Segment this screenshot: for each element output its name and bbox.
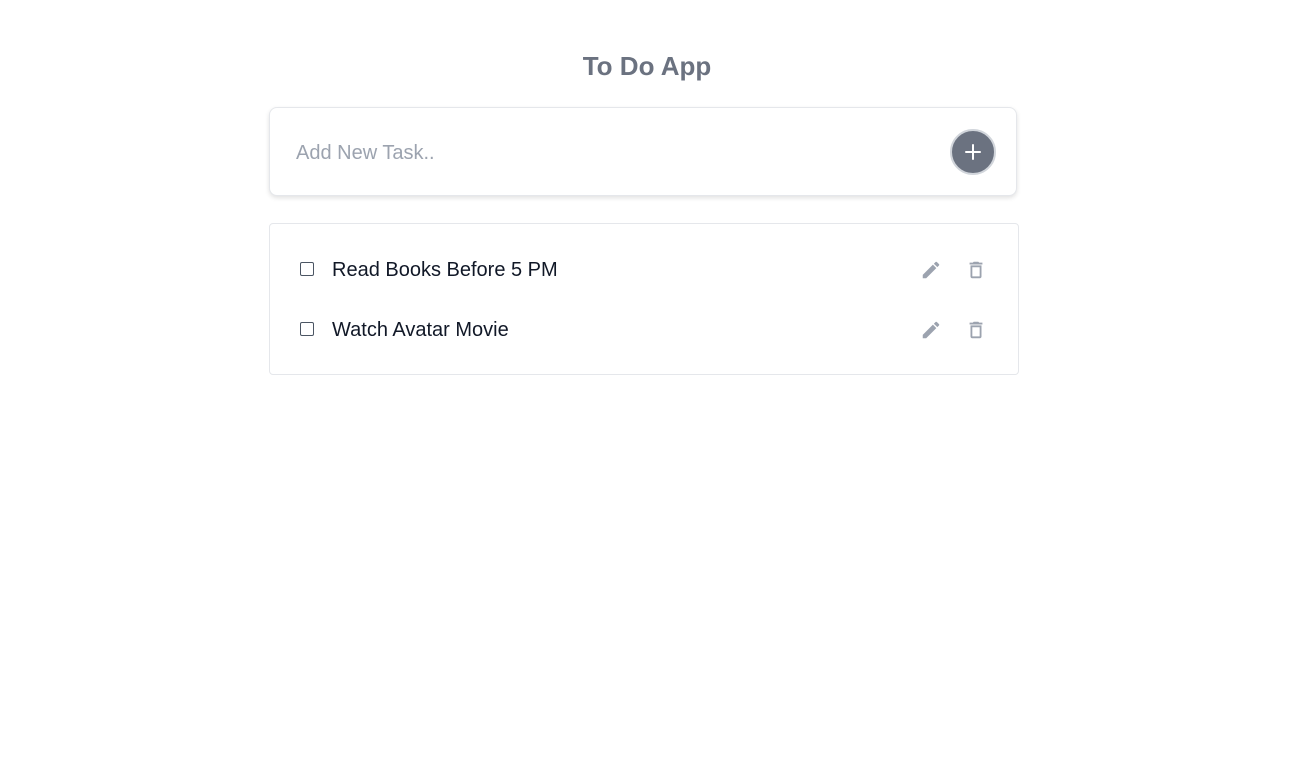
task-text: Watch Avatar Movie [332,319,509,341]
delete-task-button[interactable] [964,258,988,282]
new-task-input[interactable] [294,132,938,174]
trash-icon [969,261,983,279]
task-checkbox[interactable] [300,262,314,276]
trash-icon [969,321,983,339]
task-item: Watch Avatar Movie [270,310,1018,350]
page-title: To Do App [582,51,712,81]
task-text: Read Books Before 5 PM [332,259,558,281]
add-task-card [269,107,1017,196]
plus-icon [965,144,981,160]
task-checkbox[interactable] [300,322,314,336]
add-task-button[interactable] [950,129,996,175]
task-list: Read Books Before 5 PM Watch Avatar Movi… [269,223,1019,375]
task-item: Read Books Before 5 PM [270,250,1018,290]
delete-task-button[interactable] [964,318,988,342]
edit-task-button[interactable] [919,258,943,282]
edit-task-button[interactable] [919,318,943,342]
pencil-icon [922,261,940,279]
pencil-icon [922,321,940,339]
